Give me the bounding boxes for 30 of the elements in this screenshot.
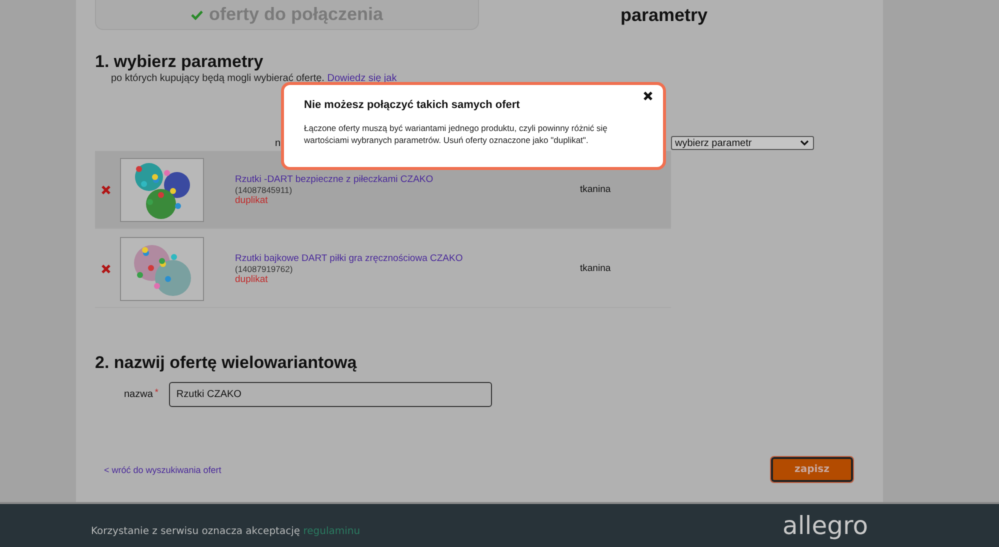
required-mark: *	[154, 386, 158, 396]
offer-title-link[interactable]: Rzutki -DART bezpieczne z piłeczkami CZAKO	[235, 174, 545, 184]
name-input[interactable]: Rzutki CZAKO	[169, 382, 492, 407]
remove-icon[interactable]	[101, 184, 111, 194]
offer-title-link[interactable]: Rzutki bajkowe DART piłki gra zręcznościowa CZAKO	[235, 252, 545, 264]
remove-icon[interactable]	[101, 264, 111, 274]
footer-text: Korzystanie z serwisu oznacza akceptację regulaminu	[91, 526, 360, 537]
field-label: nazwa	[124, 389, 153, 400]
check-icon	[190, 10, 203, 20]
logo: allegro	[782, 511, 868, 540]
duplicate-label: duplikat	[235, 194, 268, 206]
dialog-message: Łączone oferty muszą być wariantami jednego produktu, czyli powinny różnić się wartościami wybranych parametrów. Usuń oferty oznaczone jako "duplikat".	[304, 122, 608, 147]
parameter-select[interactable]: wybierz parametr	[671, 136, 814, 150]
dialog-title: Nie możesz połączyć takich samych ofert	[304, 99, 521, 111]
section-hint: po których kupujący będą mogli wybierać ofertę. Dowiedz się jak	[111, 73, 398, 84]
help-link[interactable]: Dowiedz się jak	[327, 73, 397, 84]
section-heading: 1. wybierz parametry	[95, 52, 264, 72]
parameter-value: tkanina	[580, 263, 611, 274]
save-button[interactable]: zapisz	[771, 457, 853, 482]
section-heading: 2. nazwij ofertę wielowariantową	[95, 353, 358, 373]
terms-link[interactable]: regulaminu	[303, 526, 360, 537]
offer-id: (14087845911)	[235, 184, 294, 194]
close-icon[interactable]	[643, 91, 653, 101]
column-label: n	[275, 138, 281, 148]
parameter-value: tkanina	[580, 184, 611, 195]
duplicate-label: duplikat	[235, 274, 268, 284]
offer-id: (14087919762)	[235, 264, 294, 274]
back-link[interactable]: < wróć do wyszukiwania ofert	[104, 464, 222, 474]
step-tab[interactable]: parametry	[479, 0, 849, 30]
caret-icon	[800, 140, 809, 146]
